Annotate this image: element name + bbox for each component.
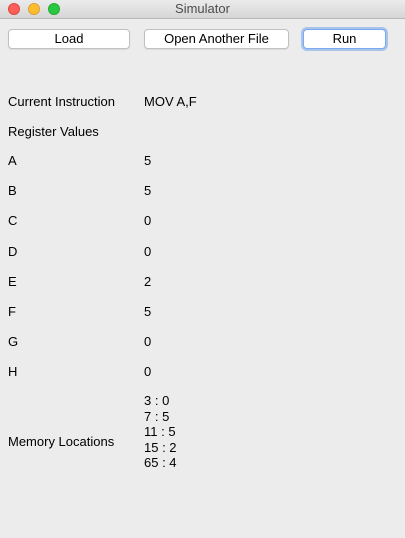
register-name: H (8, 364, 18, 379)
register-value: 0 (144, 364, 152, 379)
memory-locations-list: 3 : 0 7 : 5 11 : 5 15 : 2 65 : 4 (144, 393, 177, 471)
load-button[interactable]: Load (8, 29, 130, 49)
register-name: A (8, 153, 17, 168)
register-name: G (8, 334, 19, 349)
memory-location: 11 : 5 (144, 424, 176, 439)
register-value: 5 (144, 183, 152, 198)
register-value: 0 (144, 334, 152, 349)
current-instruction-label: Current Instruction (8, 94, 115, 109)
register-values-heading: Register Values (8, 124, 99, 139)
register-name: C (8, 213, 18, 228)
window-title: Simulator (175, 1, 230, 16)
current-instruction-value: MOV A,F (144, 94, 197, 109)
register-value: 5 (144, 153, 152, 168)
register-name: D (8, 244, 18, 259)
register-value: 2 (144, 274, 152, 289)
register-name: E (8, 274, 17, 289)
memory-location: 15 : 2 (144, 439, 177, 455)
memory-location: 7 : 5 (144, 408, 170, 424)
open-another-file-button[interactable]: Open Another File (144, 29, 289, 49)
memory-location: 65 : 4 (144, 455, 177, 470)
memory-locations-label: Memory Locations (8, 434, 115, 449)
title-bar: Simulator (0, 0, 405, 19)
register-name: B (8, 183, 17, 198)
register-name: F (8, 304, 16, 319)
register-value: 0 (144, 244, 152, 259)
memory-location: 3 : 0 (144, 393, 170, 408)
register-value: 5 (144, 304, 152, 319)
register-value: 0 (144, 213, 152, 228)
run-button[interactable]: Run (303, 29, 386, 49)
